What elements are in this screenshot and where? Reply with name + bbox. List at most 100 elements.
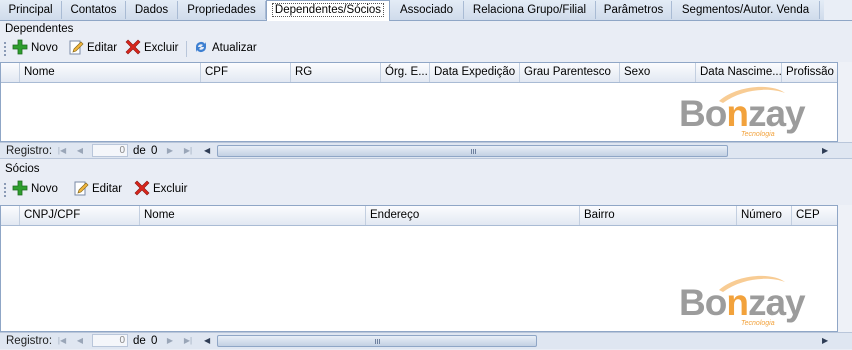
tab-label: Segmentos/Autor. Venda: [681, 4, 810, 16]
total-records: 0: [151, 335, 158, 347]
tab-label: Dependentes/Sócios: [271, 3, 385, 17]
edit-icon: [68, 39, 84, 55]
socios-horizontal-scrollbar[interactable]: ◀ ▶: [202, 334, 834, 348]
dependentes-atualizar-button[interactable]: Atualizar: [193, 38, 257, 58]
bonzay-logo: Bonzay Tecnologia: [679, 83, 819, 138]
record-number-input[interactable]: 0: [92, 334, 128, 347]
toolbar-separator: [186, 41, 187, 57]
col-endereco[interactable]: Endereço: [365, 206, 579, 225]
toolbar-grip[interactable]: [4, 42, 6, 56]
dependentes-grid-header: Nome CPF RG Órg. E... Data Expedição Gra…: [1, 63, 837, 83]
de-label: de: [133, 145, 146, 157]
refresh-icon: [193, 39, 209, 55]
tab-label: Propriedades: [187, 4, 256, 16]
scroll-thumb[interactable]: [217, 335, 537, 347]
prev-record-icon[interactable]: ◀: [74, 334, 86, 348]
scroll-right-icon[interactable]: ▶: [822, 336, 828, 345]
dependentes-title: Dependentes: [5, 23, 74, 35]
col-data-expedicao[interactable]: Data Expedição: [429, 63, 519, 82]
socios-editar-button[interactable]: Editar: [73, 179, 122, 199]
prev-record-icon[interactable]: ◀: [74, 144, 86, 158]
registro-label: Registro:: [6, 335, 53, 347]
col-nome[interactable]: Nome: [19, 63, 200, 82]
socios-navigator: Registro: |◀ ◀ 0 de 0 ▶ ▶| ◀ ▶: [0, 332, 852, 349]
tab-dependentes-socios[interactable]: Dependentes/Sócios: [266, 0, 390, 21]
tab-parametros[interactable]: Parâmetros: [596, 1, 672, 19]
tab-label: Dados: [134, 4, 169, 16]
tab-strip: Principal Contatos Dados Propriedades De…: [0, 0, 852, 21]
col-profissao[interactable]: Profissão: [781, 63, 837, 82]
col-cpf[interactable]: CPF: [200, 63, 290, 82]
tab-label: Contatos: [70, 4, 117, 16]
excluir-label: Excluir: [144, 42, 179, 54]
toolbar-grip[interactable]: [4, 183, 6, 197]
plus-icon: [12, 180, 28, 196]
registro-label: Registro:: [6, 145, 53, 157]
socios-vertical-scrollbar[interactable]: [838, 205, 852, 332]
last-record-icon[interactable]: ▶|: [182, 334, 194, 348]
tab-associado[interactable]: Associado: [390, 1, 464, 19]
dependentes-navigator: Registro: |◀ ◀ 0 de 0 ▶ ▶| ◀ ▶: [0, 142, 852, 159]
scroll-right-icon[interactable]: ▶: [822, 146, 828, 155]
scroll-left-icon[interactable]: ◀: [204, 146, 210, 155]
socios-grid[interactable]: CNPJ/CPF Nome Endereço Bairro Número CEP…: [0, 205, 838, 332]
dependentes-excluir-button[interactable]: Excluir: [125, 38, 179, 58]
dependentes-novo-button[interactable]: Novo: [12, 38, 58, 58]
tab-label: Principal: [8, 4, 53, 16]
dependentes-editar-button[interactable]: Editar: [68, 38, 117, 58]
logo-tagline: Tecnologia: [741, 320, 775, 327]
tab-contatos[interactable]: Contatos: [62, 1, 126, 19]
editar-label: Editar: [92, 183, 123, 195]
atualizar-label: Atualizar: [212, 42, 257, 54]
tab-label: Associado: [399, 4, 454, 16]
socios-grid-header: CNPJ/CPF Nome Endereço Bairro Número CEP: [1, 206, 837, 226]
excluir-label: Excluir: [153, 183, 188, 195]
logo-tagline: Tecnologia: [741, 131, 775, 138]
col-cnpj-cpf[interactable]: CNPJ/CPF: [19, 206, 139, 225]
first-record-icon[interactable]: |◀: [56, 334, 68, 348]
col-nome[interactable]: Nome: [139, 206, 365, 225]
next-record-icon[interactable]: ▶: [164, 334, 176, 348]
edit-icon: [73, 180, 89, 196]
plus-icon: [12, 39, 28, 55]
col-bairro[interactable]: Bairro: [579, 206, 736, 225]
record-number-input[interactable]: 0: [92, 144, 128, 157]
editar-label: Editar: [87, 42, 118, 54]
col-rg[interactable]: RG: [290, 63, 380, 82]
tab-relaciona-grupo-filial[interactable]: Relaciona Grupo/Filial: [464, 1, 596, 19]
socios-excluir-button[interactable]: Excluir: [134, 179, 188, 199]
col-cep[interactable]: CEP: [791, 206, 837, 225]
socios-novo-button[interactable]: Novo: [12, 179, 58, 199]
dependentes-grid[interactable]: Nome CPF RG Órg. E... Data Expedição Gra…: [0, 62, 838, 142]
row-indicator-header: [1, 206, 21, 225]
last-record-icon[interactable]: ▶|: [182, 144, 194, 158]
tab-dados[interactable]: Dados: [126, 1, 178, 19]
tab-segmentos-autor-venda[interactable]: Segmentos/Autor. Venda: [672, 1, 820, 19]
col-sexo[interactable]: Sexo: [619, 63, 695, 82]
tab-principal[interactable]: Principal: [0, 1, 62, 19]
row-indicator-header: [1, 63, 21, 82]
scroll-left-icon[interactable]: ◀: [204, 336, 210, 345]
tab-propriedades[interactable]: Propriedades: [178, 1, 266, 19]
dependentes-horizontal-scrollbar[interactable]: ◀ ▶: [202, 144, 834, 158]
scroll-thumb[interactable]: [217, 145, 728, 157]
socios-title: Sócios: [5, 163, 40, 175]
dependentes-toolbar: Novo Editar Excluir Atualizar: [0, 37, 852, 59]
col-orgao-emissor[interactable]: Órg. E...: [380, 63, 429, 82]
x-icon: [125, 39, 141, 55]
total-records: 0: [151, 145, 158, 157]
tab-strip-filler: [824, 0, 852, 20]
col-grau-parentesco[interactable]: Grau Parentesco: [519, 63, 619, 82]
dependentes-panel: Dependentes Novo Editar Excluir Atualiza…: [0, 21, 852, 159]
socios-toolbar: Novo Editar Excluir: [0, 178, 852, 200]
tab-label: Relaciona Grupo/Filial: [472, 4, 587, 16]
col-numero[interactable]: Número: [736, 206, 791, 225]
next-record-icon[interactable]: ▶: [164, 144, 176, 158]
dependentes-vertical-scrollbar[interactable]: [838, 62, 852, 142]
first-record-icon[interactable]: |◀: [56, 144, 68, 158]
novo-label: Novo: [31, 42, 58, 54]
col-data-nascimento[interactable]: Data Nascime...: [695, 63, 781, 82]
logo-wordmark: Bonzay: [679, 93, 806, 134]
logo-wordmark: Bonzay: [679, 282, 806, 323]
bonzay-logo: Bonzay Tecnologia: [679, 272, 819, 327]
